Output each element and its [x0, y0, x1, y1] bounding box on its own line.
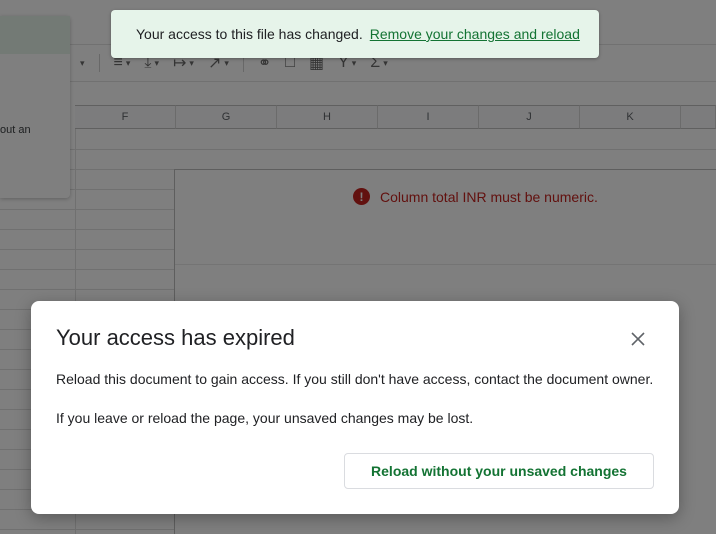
reload-without-changes-button[interactable]: Reload without your unsaved changes — [344, 453, 654, 489]
close-icon[interactable] — [627, 328, 649, 350]
dialog-reload-instruction: Reload this document to gain access. If … — [56, 371, 654, 387]
access-changed-toast: Your access to this file has changed. Re… — [111, 10, 599, 58]
dialog-title: Your access has expired — [56, 325, 295, 350]
remove-changes-reload-link[interactable]: Remove your changes and reload — [370, 26, 580, 42]
toast-message: Your access to this file has changed. — [136, 26, 363, 42]
close-icon-glyph — [631, 332, 645, 346]
access-expired-dialog: Your access has expired Reload this docu… — [31, 301, 679, 514]
dialog-unsaved-warning: If you leave or reload the page, your un… — [56, 410, 474, 426]
